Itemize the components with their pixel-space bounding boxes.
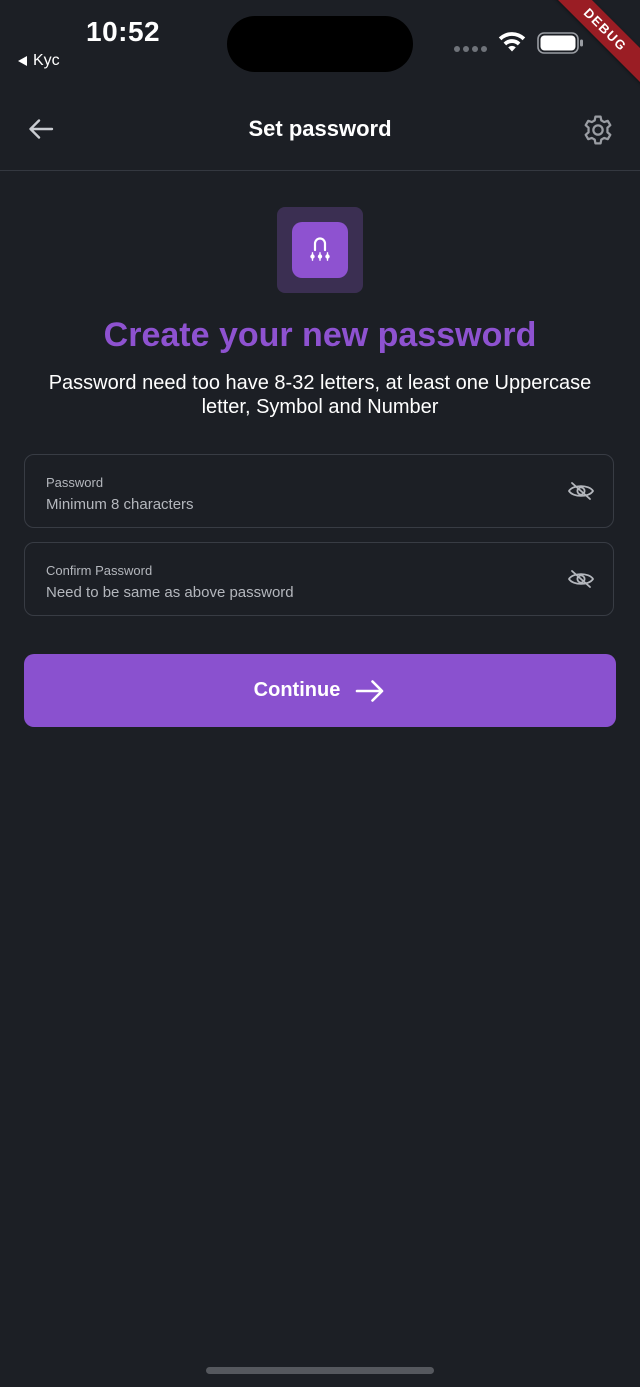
status-time: 10:52 xyxy=(86,16,161,47)
dynamic-island xyxy=(227,16,413,72)
confirm-password-visibility-toggle[interactable] xyxy=(567,567,595,591)
settings-button[interactable] xyxy=(580,112,616,148)
eye-off-icon xyxy=(568,482,594,500)
eye-off-icon xyxy=(568,570,594,588)
signal-dots-icon xyxy=(454,46,487,52)
gear-icon xyxy=(584,115,612,145)
password-requirements-text: Password need too have 8-32 letters, at … xyxy=(48,372,592,418)
page-title: Set password xyxy=(248,116,392,141)
continue-button[interactable]: Continue xyxy=(24,654,616,727)
home-indicator xyxy=(206,1367,434,1374)
status-back-label: Kyc xyxy=(33,52,60,69)
hero-icon-container xyxy=(277,207,363,293)
confirm-password-field[interactable]: Confirm Password xyxy=(24,542,614,616)
app-bar: Set password xyxy=(0,88,640,171)
back-triangle-icon xyxy=(18,56,27,66)
hero-icon-tile xyxy=(292,222,348,278)
password-label: Password xyxy=(46,475,104,490)
password-input[interactable] xyxy=(46,493,546,515)
page-heading: Create your new password xyxy=(103,316,537,354)
continue-label: Continue xyxy=(253,679,341,701)
confirm-password-label: Confirm Password xyxy=(46,563,153,578)
password-key-icon xyxy=(310,237,330,261)
wifi-icon xyxy=(498,32,526,52)
battery-icon xyxy=(537,32,583,54)
confirm-password-input[interactable] xyxy=(46,581,546,603)
password-field[interactable]: Password xyxy=(24,454,614,528)
password-visibility-toggle[interactable] xyxy=(567,479,595,503)
status-back-to-app[interactable]: Kyc xyxy=(18,52,60,70)
arrow-right-icon xyxy=(356,679,384,702)
